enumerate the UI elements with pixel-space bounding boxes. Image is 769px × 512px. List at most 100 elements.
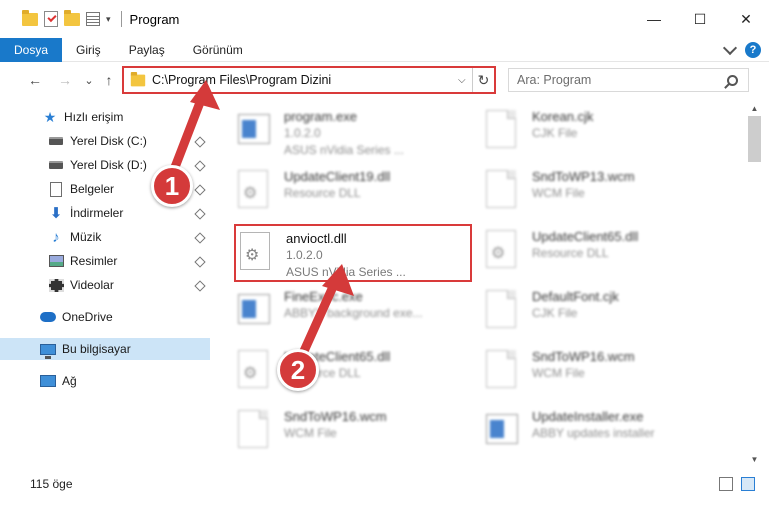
exe-icon — [486, 414, 518, 444]
file-item-sndtowp16-wcm-2[interactable]: SndToWP16.wcm WCM File — [238, 404, 468, 460]
exe-icon — [238, 294, 270, 324]
exe-icon — [238, 114, 270, 144]
recent-locations-button[interactable]: ⌄ — [78, 69, 100, 91]
refresh-icon[interactable]: ↻ — [472, 68, 494, 92]
address-row: ← → ⌄ ↑ C:\Program Files\Program Dizini … — [0, 63, 769, 97]
help-icon[interactable]: ? — [745, 42, 761, 58]
file-type: WCM File — [532, 186, 585, 200]
view-buttons — [719, 477, 755, 491]
network-icon — [40, 375, 56, 387]
sidebar-item-downloads[interactable]: ⬇ İndirmeler — [48, 202, 124, 224]
file-name: UpdateClient65.dll — [532, 229, 639, 244]
disk-icon — [49, 137, 63, 145]
scroll-thumb[interactable] — [748, 116, 761, 162]
status-bar: 115 öge — [0, 472, 769, 496]
pin-icon[interactable] — [194, 256, 206, 268]
sidebar-item-local-disk-c[interactable]: Yerel Disk (C:) — [48, 130, 147, 152]
sidebar-item-quick-access[interactable]: ★ Hızlı erişim — [42, 106, 124, 128]
sidebar-item-pictures[interactable]: Resimler — [48, 250, 117, 272]
sidebar-item-label: Ağ — [62, 374, 77, 388]
customize-icon[interactable] — [86, 12, 100, 26]
new-folder-icon[interactable] — [64, 9, 80, 26]
star-icon: ★ — [43, 108, 57, 125]
dll-icon — [486, 230, 516, 268]
file-icon — [486, 110, 516, 148]
music-icon: ♪ — [52, 228, 60, 246]
scroll-up-icon[interactable]: ▲ — [746, 100, 763, 117]
properties-check-icon[interactable] — [44, 11, 58, 27]
search-input[interactable]: Ara: Program — [517, 73, 727, 87]
sidebar-item-label: Resimler — [70, 254, 118, 268]
sidebar-item-label: Hızlı erişim — [64, 110, 124, 124]
sidebar-item-this-pc[interactable]: Bu bilgisayar — [0, 338, 210, 360]
scroll-down-icon[interactable]: ▼ — [746, 451, 763, 468]
tab-home[interactable]: Giriş — [62, 38, 115, 62]
step-2-badge: 2 — [277, 349, 319, 391]
pin-icon[interactable] — [194, 280, 206, 292]
window-controls: — ☐ ✕ — [631, 0, 769, 38]
window-title: Program — [129, 11, 180, 27]
file-item-sndtowp16-wcm[interactable]: SndToWP16.wcm WCM File — [486, 344, 716, 400]
sidebar-item-label: Müzik — [70, 230, 102, 244]
file-item-sndtowp13-wcm[interactable]: SndToWP13.wcm WCM File — [486, 164, 716, 220]
file-name: SndToWP16.wcm — [532, 349, 635, 364]
file-type: Resource DLL — [532, 246, 609, 260]
file-type: Resource DLL — [284, 186, 361, 200]
pin-icon[interactable] — [194, 208, 206, 220]
folder-icon[interactable] — [22, 9, 38, 26]
details-view-icon[interactable] — [719, 477, 733, 491]
file-name: anvioctl.dll — [286, 231, 347, 246]
tab-share[interactable]: Paylaş — [115, 38, 179, 62]
search-icon[interactable] — [727, 74, 738, 86]
sidebar-item-documents[interactable]: Belgeler — [48, 178, 114, 200]
file-description: ASUS nVidia Series ... — [284, 143, 404, 157]
sidebar-item-label: Yerel Disk (C:) — [70, 134, 147, 148]
onedrive-cloud-icon — [40, 312, 56, 322]
pin-icon[interactable] — [194, 232, 206, 244]
file-name: SndToWP16.wcm — [284, 409, 387, 424]
sidebar-item-local-disk-d[interactable]: Yerel Disk (D:) — [48, 154, 147, 176]
file-icon — [486, 350, 516, 388]
search-box[interactable]: Ara: Program — [508, 68, 749, 92]
file-name: UpdateInstaller.exe — [532, 409, 644, 424]
videos-icon — [48, 278, 64, 292]
file-type: WCM File — [284, 426, 337, 440]
qat-dropdown-icon[interactable]: ▾ — [106, 14, 111, 25]
sidebar-item-videos[interactable]: Videolar — [48, 274, 114, 296]
disk-icon — [49, 161, 63, 169]
tiles-view-icon[interactable] — [741, 477, 755, 491]
file-name: program.exe — [284, 109, 357, 124]
close-button[interactable]: ✕ — [723, 0, 769, 38]
step-1-badge: 1 — [151, 165, 193, 207]
file-item-updateinstaller-exe[interactable]: UpdateInstaller.exe ABBY updates install… — [486, 404, 716, 460]
sidebar-item-network[interactable]: Ağ — [40, 370, 77, 392]
pictures-icon — [48, 255, 64, 267]
address-dropdown-icon[interactable]: ⌵ — [458, 75, 472, 86]
ribbon-right: ? — [722, 40, 761, 58]
up-button[interactable]: ↑ — [98, 69, 120, 91]
sidebar-item-label: Videolar — [70, 278, 114, 292]
file-name: Korean.cjk — [532, 109, 594, 124]
forward-button[interactable]: → — [54, 69, 76, 91]
file-item-defaultfont-cjk[interactable]: DefaultFont.cjk CJK File — [486, 284, 716, 340]
file-version: 1.0.2.0 — [284, 126, 321, 140]
file-type: CJK File — [532, 306, 578, 320]
tab-file[interactable]: Dosya — [0, 37, 63, 62]
vertical-scrollbar[interactable]: ▲ ▼ — [746, 100, 763, 468]
file-item-korean-cjk[interactable]: Korean.cjk CJK File — [486, 104, 716, 160]
file-type: ABBY updates installer — [532, 426, 655, 440]
minimize-button[interactable]: — — [631, 0, 677, 38]
expand-ribbon-icon[interactable] — [722, 40, 738, 56]
file-item-updateclient19-dll[interactable]: UpdateClient19.dll Resource DLL — [238, 164, 468, 220]
file-item-updateclient65-dll[interactable]: UpdateClient65.dll Resource DLL — [486, 224, 716, 280]
maximize-button[interactable]: ☐ — [677, 0, 723, 38]
file-icon — [486, 170, 516, 208]
sidebar-item-onedrive[interactable]: OneDrive — [40, 306, 113, 328]
tab-view[interactable]: Görünüm — [179, 38, 257, 62]
back-button[interactable]: ← — [24, 69, 46, 91]
file-name: DefaultFont.cjk — [532, 289, 619, 304]
file-item-program-exe[interactable]: program.exe 1.0.2.0 ASUS nVidia Series .… — [238, 104, 468, 160]
sidebar-item-music[interactable]: ♪ Müzik — [48, 226, 101, 248]
dll-icon — [238, 350, 268, 388]
address-folder-icon — [130, 71, 146, 86]
